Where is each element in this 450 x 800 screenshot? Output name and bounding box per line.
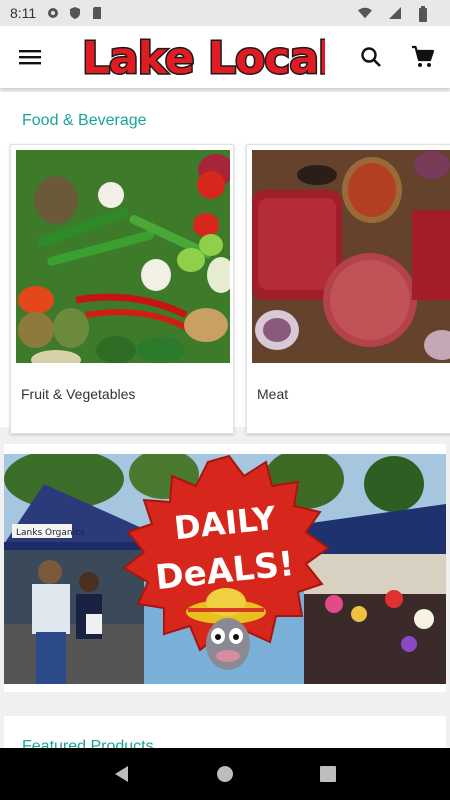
sd-card-icon	[90, 6, 104, 20]
wifi-icon	[358, 6, 372, 20]
status-bar: 8:11	[0, 0, 450, 26]
search-icon	[361, 47, 381, 67]
category-label: Fruit & Vegetables	[21, 386, 136, 402]
home-circle-icon	[216, 766, 233, 782]
daily-deals-banner-card[interactable]: Lanks Organics DAILY DeALS!	[4, 444, 446, 692]
menu-button[interactable]	[0, 26, 60, 88]
recents-square-icon	[320, 766, 337, 782]
signal-icon	[388, 6, 402, 20]
featured-products-section: Featured Products	[4, 716, 446, 748]
category-label: Meat	[257, 386, 289, 402]
section-title: Food & Beverage	[22, 112, 147, 129]
search-button[interactable]	[352, 38, 390, 76]
shield-icon	[68, 6, 82, 20]
content-area[interactable]: Food & Beverage Fruit & Vegetables Meat …	[0, 88, 450, 748]
category-card-meat[interactable]: Meat	[246, 144, 450, 434]
back-triangle-icon	[114, 766, 128, 782]
daily-deals-banner-image: Lanks Organics DAILY DeALS!	[4, 454, 446, 684]
market-sign-text: Lanks Organics	[16, 528, 85, 538]
settings-gear-icon	[46, 6, 60, 20]
recents-button[interactable]	[313, 759, 343, 789]
system-navigation-bar	[0, 748, 450, 800]
food-beverage-section: Food & Beverage Fruit & Vegetables Meat	[0, 92, 450, 434]
lake-local-logo[interactable]: Lake Local	[80, 29, 326, 86]
category-card-fruit-vegetables[interactable]: Fruit & Vegetables	[10, 144, 234, 434]
app-bar: Lake Local	[0, 26, 450, 88]
hamburger-menu-icon	[19, 50, 41, 65]
battery-icon	[418, 6, 432, 22]
shopping-cart-icon	[412, 45, 435, 67]
cart-button[interactable]	[404, 38, 442, 76]
home-button[interactable]	[210, 759, 240, 789]
back-button[interactable]	[107, 759, 137, 789]
meat-image	[252, 150, 450, 363]
logo-text: Lake Local	[82, 33, 325, 84]
fruit-vegetables-image	[16, 150, 230, 363]
status-time: 8:11	[10, 5, 37, 21]
featured-products-title: Featured Products	[22, 738, 154, 748]
